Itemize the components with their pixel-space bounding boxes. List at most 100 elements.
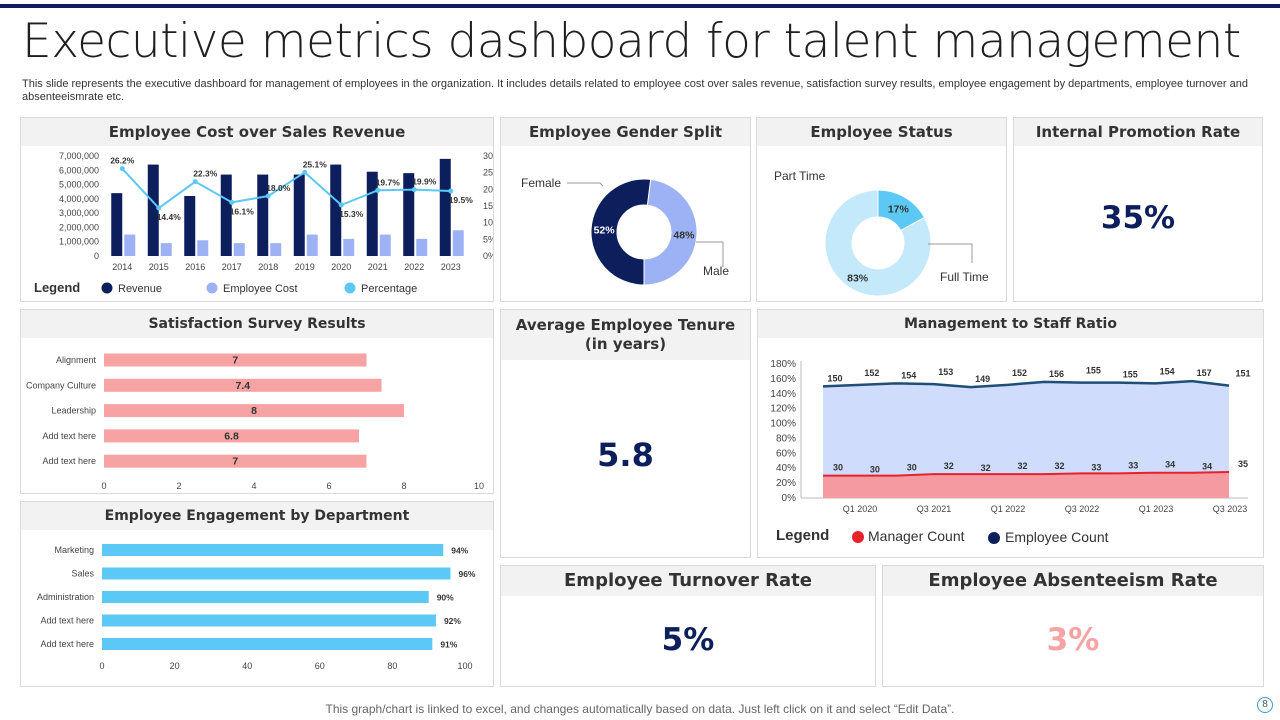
- y-tick-label: 0: [94, 251, 99, 261]
- employee-count-data-label: 157: [1197, 368, 1212, 378]
- percentage-data-label: 18.0%: [266, 183, 291, 193]
- footer-note: This graph/chart is linked to excel, and…: [325, 702, 955, 716]
- y-tick-label: 4,000,000: [59, 194, 99, 204]
- percentage-point: [375, 187, 381, 193]
- category-label: Add text here: [42, 431, 96, 441]
- manager-count-data-label: 35: [1238, 459, 1248, 469]
- percentage-point: [229, 199, 235, 205]
- x-tick-label: 10: [474, 481, 484, 491]
- y-tick-label: 5,000,000: [59, 180, 99, 190]
- ratio-chart: 180% 160% 140% 120% 100% 80% 60% 40% 20% 0% 150 152…: [770, 359, 1250, 545]
- employee-cost-bar: [452, 230, 464, 256]
- percentage-point: [265, 193, 271, 199]
- employee-count-data-label: 150: [827, 373, 842, 383]
- employee-count-data-label: 154: [901, 370, 916, 380]
- percentage-data-label: 26.2%: [110, 156, 135, 166]
- employee-cost-bar: [197, 240, 209, 256]
- y2-tick-label: 0%: [483, 251, 493, 261]
- bar-data-label: 7: [232, 355, 238, 367]
- y-tick-label: 20%: [776, 478, 796, 489]
- percentage-data-label: 16.1%: [230, 206, 255, 216]
- satisfaction-panel: Satisfaction Survey Results Alignment 7 Co…: [20, 309, 494, 494]
- manager-count-data-label: 30: [870, 465, 880, 475]
- cost-panel: Employee Cost over Sales Revenue 7,000,0…: [20, 117, 494, 302]
- turnover-rate-value: 5%: [661, 622, 715, 658]
- bar: [102, 567, 451, 580]
- employee-count-data-label: 152: [1012, 368, 1027, 378]
- y-tick-label: 180%: [770, 359, 796, 370]
- percentage-point: [302, 169, 308, 175]
- x-tick-label: 100: [457, 661, 472, 671]
- status-panel: Employee Status 17% 83% Part Time Full Time: [756, 117, 1007, 302]
- y-tick-label: 160%: [770, 374, 796, 385]
- x-tick-label: Q3 2021: [917, 504, 952, 514]
- tenure-panel: Average Employee Tenure (in years) 5.8: [500, 309, 751, 558]
- female-category-label: Female: [521, 176, 561, 190]
- tenure-value: 5.8: [597, 436, 654, 474]
- legend-swatch: [206, 282, 218, 294]
- gender-chart: 48% 52% Female Male: [521, 176, 729, 286]
- promotion-panel: Internal Promotion Rate 35%: [1013, 117, 1263, 302]
- gender-panel-title: Employee Gender Split: [501, 118, 750, 146]
- y2-tick-label: 15%: [483, 201, 493, 211]
- percentage-data-label: 19.7%: [376, 177, 401, 187]
- percentage-point: [156, 205, 162, 211]
- employee-cost-bar: [416, 238, 428, 256]
- x-tick-label: 2022: [404, 262, 424, 272]
- employee-cost-bar: [270, 243, 282, 256]
- tenure-title-line2: (in years): [584, 335, 667, 353]
- bar-data-label: 91%: [440, 640, 457, 650]
- bar-data-label: 7.4: [235, 380, 250, 392]
- cost-panel-title: Employee Cost over Sales Revenue: [21, 118, 493, 146]
- y2-tick-label: 25%: [483, 168, 493, 178]
- absenteeism-panel-title: Employee Absenteeism Rate: [883, 566, 1263, 596]
- x-tick-label: 2: [176, 481, 181, 491]
- legend-swatch: [101, 282, 113, 294]
- x-tick-label: 2014: [112, 262, 132, 272]
- category-label: Marketing: [54, 545, 94, 555]
- percentage-data-label: 22.3%: [193, 169, 218, 179]
- engagement-panel-title: Employee Engagement by Department: [21, 502, 493, 530]
- x-tick-label: 80: [387, 661, 397, 671]
- manager-legend-swatch: [852, 531, 864, 543]
- bar-data-label: 94%: [451, 546, 468, 556]
- bar: [102, 638, 433, 650]
- category-label: Administration: [37, 592, 94, 602]
- employee-cost-bar: [233, 243, 245, 256]
- x-tick-label: 6: [326, 481, 331, 491]
- x-tick-label: 20: [170, 661, 180, 671]
- male-category-label: Male: [703, 264, 729, 278]
- y-tick-label: 40%: [776, 463, 796, 474]
- y-tick-label: 2,000,000: [59, 222, 99, 232]
- category-label: Add text here: [42, 456, 96, 466]
- gender-panel: Employee Gender Split 48% 52% Female Male: [500, 117, 751, 302]
- status-data-label: 17%: [888, 204, 910, 216]
- full-time-leader-line: [928, 243, 973, 263]
- bar-data-label: 8: [251, 405, 257, 417]
- cost-chart: 7,000,000 6,000,000 5,000,000 4,000,000 3,00…: [34, 151, 493, 295]
- bar-data-label: 90%: [437, 593, 454, 603]
- tenure-panel-title: Average Employee Tenure (in years): [501, 310, 750, 360]
- manager-legend-label: Manager Count: [868, 528, 965, 544]
- page-title: Executive metrics dashboard for talent m…: [22, 14, 1241, 69]
- employee-cost-bar: [306, 234, 318, 256]
- manager-count-data-label: 30: [907, 463, 917, 473]
- revenue-bar: [293, 174, 305, 256]
- manager-count-data-label: 33: [1128, 460, 1138, 470]
- cost-legend-title: Legend: [34, 280, 80, 295]
- percentage-point: [338, 202, 344, 208]
- y2-tick-label: 10%: [483, 218, 493, 228]
- bar-data-label: 6.8: [224, 430, 239, 442]
- revenue-bar: [184, 196, 196, 256]
- bar-data-label: 7: [232, 456, 238, 468]
- legend-label: Employee Cost: [223, 283, 298, 295]
- y-tick-label: 7,000,000: [59, 151, 99, 161]
- promotion-panel-title: Internal Promotion Rate: [1014, 118, 1262, 146]
- x-tick-label: 60: [315, 661, 325, 671]
- legend-label: Percentage: [361, 283, 417, 295]
- percentage-point: [411, 187, 417, 193]
- bar-data-label: 92%: [444, 616, 461, 626]
- ratio-panel-title: Management to Staff Ratio: [758, 310, 1263, 338]
- employee-count-data-label: 152: [864, 368, 879, 378]
- absenteeism-rate-value: 3%: [1046, 622, 1100, 658]
